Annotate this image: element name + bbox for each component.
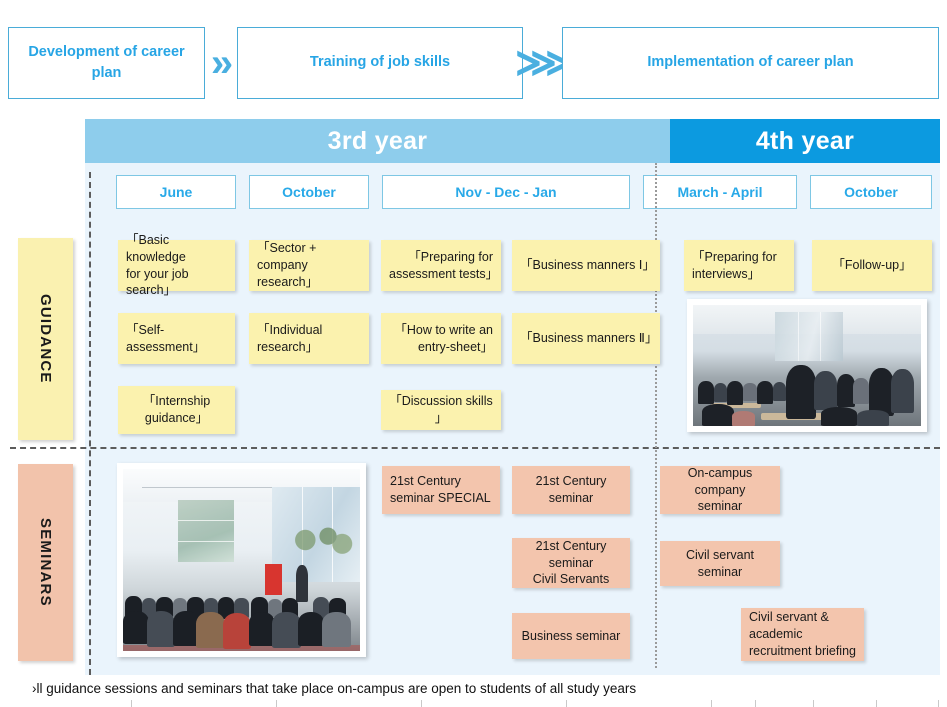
seminar-card[interactable]: On-campus company seminar: [660, 466, 780, 514]
guidance-card-label: 「Basic knowledge for your job search」: [126, 232, 189, 298]
phase-step-development[interactable]: Development of career plan: [8, 27, 205, 99]
phase-step-training[interactable]: Training of job skills: [237, 27, 523, 99]
bottom-tick-marks: [0, 700, 947, 707]
row-label-seminars: SEMINARS: [18, 464, 73, 661]
seminar-card-label: 21st Century seminar Civil Servants: [532, 538, 610, 587]
photo-green-glass-wall: [177, 499, 235, 562]
row-label-guidance-text: GUIDANCE: [37, 294, 54, 384]
photo-job-fair: [687, 299, 927, 432]
row-label-seminars-text: SEMINARS: [37, 518, 54, 607]
seminar-card[interactable]: Business seminar: [512, 613, 630, 659]
year-banner-3rd: 3rd year: [85, 119, 670, 163]
guidance-card[interactable]: 「Individual research」: [249, 313, 369, 364]
phase-bar: Development of career plan » Training of…: [0, 27, 947, 99]
year-banner-4th: 4th year: [670, 119, 940, 163]
guidance-card[interactable]: 「Preparing for assessment tests」: [381, 240, 501, 291]
section-divider-horizontal: [10, 447, 940, 449]
guidance-card-label: 「How to write an entry-sheet」: [394, 322, 493, 354]
guidance-card[interactable]: 「Business manners Ⅰ」: [512, 240, 660, 291]
guidance-card-label: 「Preparing for interviews」: [692, 249, 777, 281]
month-box-june[interactable]: June: [116, 175, 236, 209]
month-box-october-4th[interactable]: October: [810, 175, 932, 209]
year-divider-vertical: [655, 163, 657, 668]
photo-foliage: [284, 516, 356, 564]
guidance-card[interactable]: 「How to write an entry-sheet」: [381, 313, 501, 364]
guidance-card-label: 「Preparing for assessment tests」: [389, 249, 499, 281]
seminar-card[interactable]: 21st Century seminar Civil Servants: [512, 538, 630, 588]
photo-job-fair-image: [693, 305, 921, 426]
row-label-guidance: GUIDANCE: [18, 238, 73, 440]
seminar-card[interactable]: 21st Century seminar: [512, 466, 630, 514]
chevron-right-icon: ⋙: [515, 41, 572, 85]
seminar-card-label: Civil servant & academic recruitment bri…: [749, 610, 856, 658]
month-box-march-april[interactable]: March - April: [643, 175, 797, 209]
chevron-right-icon: »: [210, 40, 233, 85]
guidance-card-label: 「Internship guidance」: [142, 394, 211, 425]
photo-seminar-room: [117, 463, 366, 657]
photo-seminar-room-image: [123, 469, 360, 651]
seminar-card[interactable]: Civil servant & academic recruitment bri…: [741, 608, 864, 661]
guidance-card-label: 「Self-assessment」: [126, 322, 206, 354]
guidance-card-label: 「Business manners Ⅰ」: [520, 258, 655, 273]
guidance-card[interactable]: 「Self-assessment」: [118, 313, 235, 364]
footnote-text: ›ll guidance sessions and seminars that …: [32, 681, 637, 696]
guidance-card[interactable]: 「Sector + company research」: [249, 240, 369, 291]
guidance-card-label: 「Discussion skills 」: [389, 394, 493, 425]
guidance-card[interactable]: 「Discussion skills 」: [381, 390, 501, 430]
phase-step-implementation[interactable]: Implementation of career plan: [562, 27, 939, 99]
guidance-card[interactable]: 「Business manners Ⅱ」: [512, 313, 660, 364]
guidance-card[interactable]: 「Preparing for interviews」: [684, 240, 794, 291]
seminar-card-label: Business seminar: [521, 628, 621, 643]
seminar-card-label: 21st Century seminar: [535, 474, 607, 505]
guidance-card-label: 「Follow-up」: [832, 258, 912, 273]
guidance-card-label: 「Sector + company research」: [257, 241, 319, 289]
month-box-nov-dec-jan[interactable]: Nov - Dec - Jan: [382, 175, 630, 209]
seminar-card-label: 21st Century seminar SPECIAL: [390, 474, 491, 505]
photo-audience: [123, 560, 360, 651]
guidance-card-label: 「Individual research」: [257, 322, 323, 354]
photo-crowd: [693, 351, 921, 426]
seminar-card[interactable]: Civil servant seminar: [660, 541, 780, 586]
guidance-card[interactable]: 「Follow-up」: [812, 240, 932, 291]
seminar-card-label: On-campus company seminar: [687, 465, 753, 514]
guidance-card-label: 「Business manners Ⅱ」: [520, 331, 658, 346]
seminar-card-label: Civil servant seminar: [685, 547, 755, 579]
seminar-card[interactable]: 21st Century seminar SPECIAL: [382, 466, 500, 514]
guidance-card[interactable]: 「Internship guidance」: [118, 386, 235, 434]
guidance-card[interactable]: 「Basic knowledge for your job search」: [118, 233, 235, 297]
month-box-october-3rd[interactable]: October: [249, 175, 369, 209]
row-label-divider-vertical: [89, 172, 91, 675]
